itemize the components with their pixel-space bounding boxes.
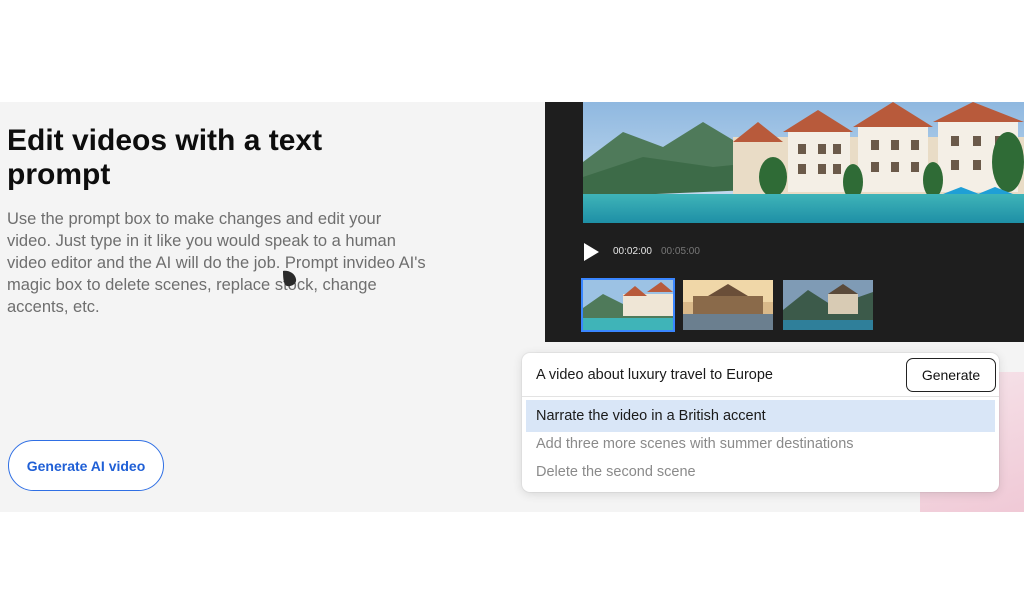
scene-thumbnail-1[interactable] xyxy=(581,278,675,332)
total-time: 00:05:00 xyxy=(661,246,700,257)
prompt-input[interactable]: A video about luxury travel to Europe xyxy=(536,367,773,383)
scene-thumbnail-2[interactable] xyxy=(683,280,773,330)
prompt-box: A video about luxury travel to Europe Ge… xyxy=(522,353,999,492)
lake-town-image xyxy=(583,102,1024,223)
scene-3-image xyxy=(783,280,873,330)
video-editor-mockup: 00:02:00 00:05:00 xyxy=(545,102,1024,342)
suggestion-item[interactable]: Delete the second scene xyxy=(526,456,995,488)
divider xyxy=(522,396,999,397)
feature-copy: Edit videos with a text prompt Use the p… xyxy=(7,102,527,512)
feature-section: Edit videos with a text prompt Use the p… xyxy=(0,102,1024,512)
video-preview[interactable] xyxy=(583,102,1024,223)
feature-headline: Edit videos with a text prompt xyxy=(7,124,323,191)
play-icon[interactable] xyxy=(584,243,599,261)
current-time: 00:02:00 xyxy=(613,246,652,257)
mouse-cursor-icon xyxy=(283,270,297,287)
generate-ai-video-button[interactable]: Generate AI video xyxy=(8,440,164,491)
generate-button[interactable]: Generate xyxy=(906,358,996,392)
scene-1-image xyxy=(583,280,673,330)
scene-thumbnail-3[interactable] xyxy=(783,280,873,330)
feature-description: Use the prompt box to make changes and e… xyxy=(7,210,426,316)
scene-2-image xyxy=(683,280,773,330)
